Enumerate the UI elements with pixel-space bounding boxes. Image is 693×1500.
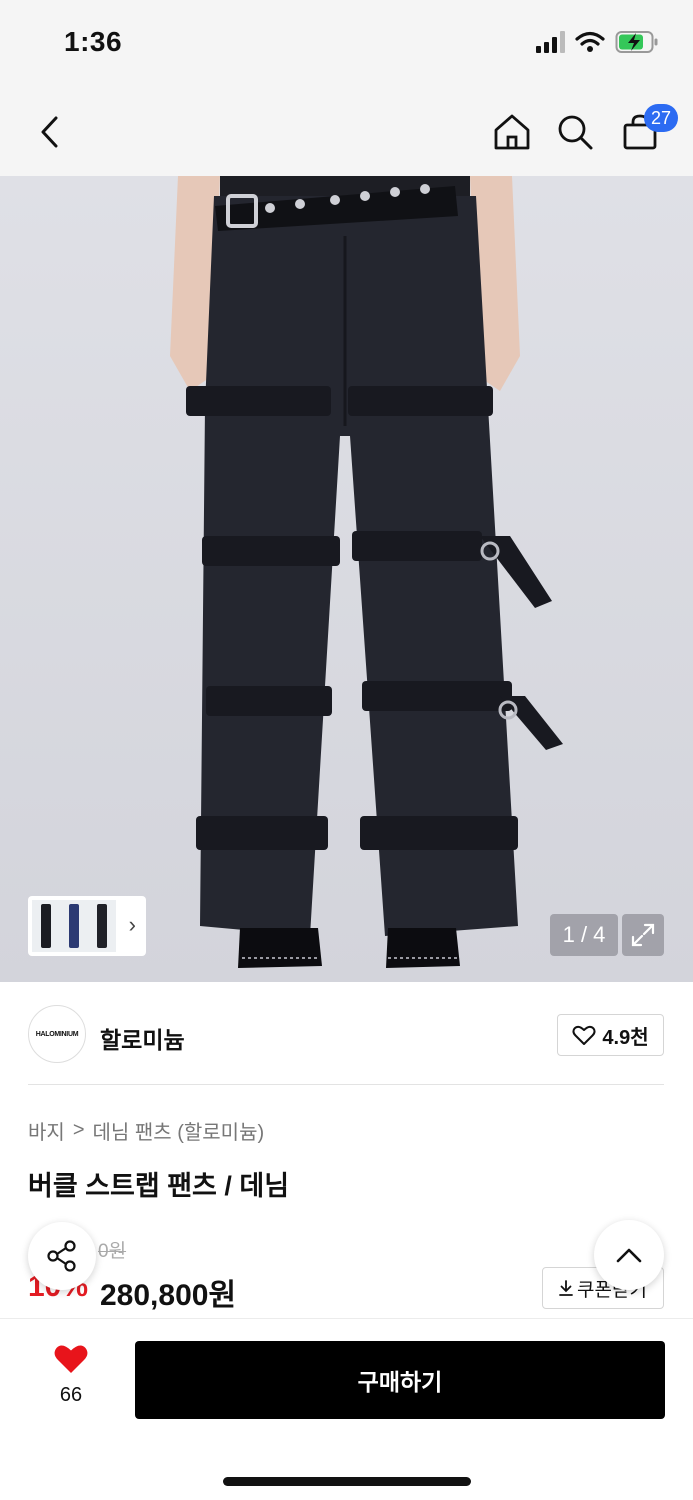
breadcrumb-category[interactable]: 바지: [28, 1116, 65, 1145]
share-icon: [47, 1240, 76, 1272]
brand-name[interactable]: 할로미늄: [100, 1021, 185, 1055]
cart-count-badge: 27: [644, 104, 678, 132]
product-photo: [0, 176, 693, 982]
share-button[interactable]: [28, 1222, 96, 1290]
brand-logo[interactable]: HALOMINIUM: [28, 1005, 86, 1063]
expand-icon: [631, 923, 655, 947]
home-icon: [494, 114, 530, 150]
status-icons: [536, 30, 659, 54]
status-time: 1:36: [64, 26, 123, 57]
back-button[interactable]: [26, 108, 74, 156]
status-bar: 1:36: [0, 0, 693, 88]
thumbnail-next-arrow[interactable]: ›: [129, 912, 136, 938]
divider: [28, 1084, 664, 1085]
breadcrumb: 바지 > 데님 팬츠 (할로미늄): [28, 1116, 264, 1145]
sale-price: 280,800원: [100, 1279, 237, 1312]
original-price: 0원: [98, 1241, 127, 1262]
brand-row[interactable]: HALOMINIUM 할로미늄 4.9천: [28, 1005, 664, 1065]
search-icon: [558, 115, 593, 150]
thumbnail-strip[interactable]: ›: [28, 896, 146, 956]
home-indicator: [223, 1477, 471, 1486]
download-icon: [559, 1280, 573, 1296]
wishlist-button[interactable]: 66: [40, 1343, 102, 1407]
signal-icon: [536, 31, 565, 53]
scroll-top-button[interactable]: [594, 1220, 664, 1290]
cart-button[interactable]: 27: [616, 104, 678, 156]
buy-button[interactable]: 구매하기: [135, 1341, 665, 1419]
product-thumbnail[interactable]: [32, 900, 116, 952]
heart-outline-icon: [572, 1025, 596, 1045]
brand-like-count: 4.9천: [602, 1026, 649, 1049]
product-title: 버클 스트랩 팬츠 / 데님: [28, 1171, 290, 1201]
expand-image-button[interactable]: [622, 914, 664, 956]
breadcrumb-separator: >: [72, 1119, 85, 1141]
heart-filled-icon: [54, 1345, 88, 1373]
wifi-icon: [575, 31, 605, 52]
wishlist-count: 66: [59, 1384, 83, 1406]
breadcrumb-subcategory[interactable]: 데님 팬츠 (할로미늄): [93, 1116, 265, 1145]
chevron-left-icon: [41, 116, 58, 148]
image-counter: 1 / 4: [550, 914, 618, 956]
nav-bar: 27: [0, 88, 693, 176]
home-button[interactable]: [488, 108, 536, 156]
chevron-up-icon: [616, 1248, 642, 1263]
brand-like-button[interactable]: 4.9천: [557, 1014, 664, 1056]
product-image-gallery[interactable]: › 1 / 4: [0, 176, 693, 982]
search-button[interactable]: [551, 108, 599, 156]
bottom-purchase-bar: 66 구매하기: [0, 1318, 693, 1500]
battery-charging-icon: [615, 31, 658, 53]
